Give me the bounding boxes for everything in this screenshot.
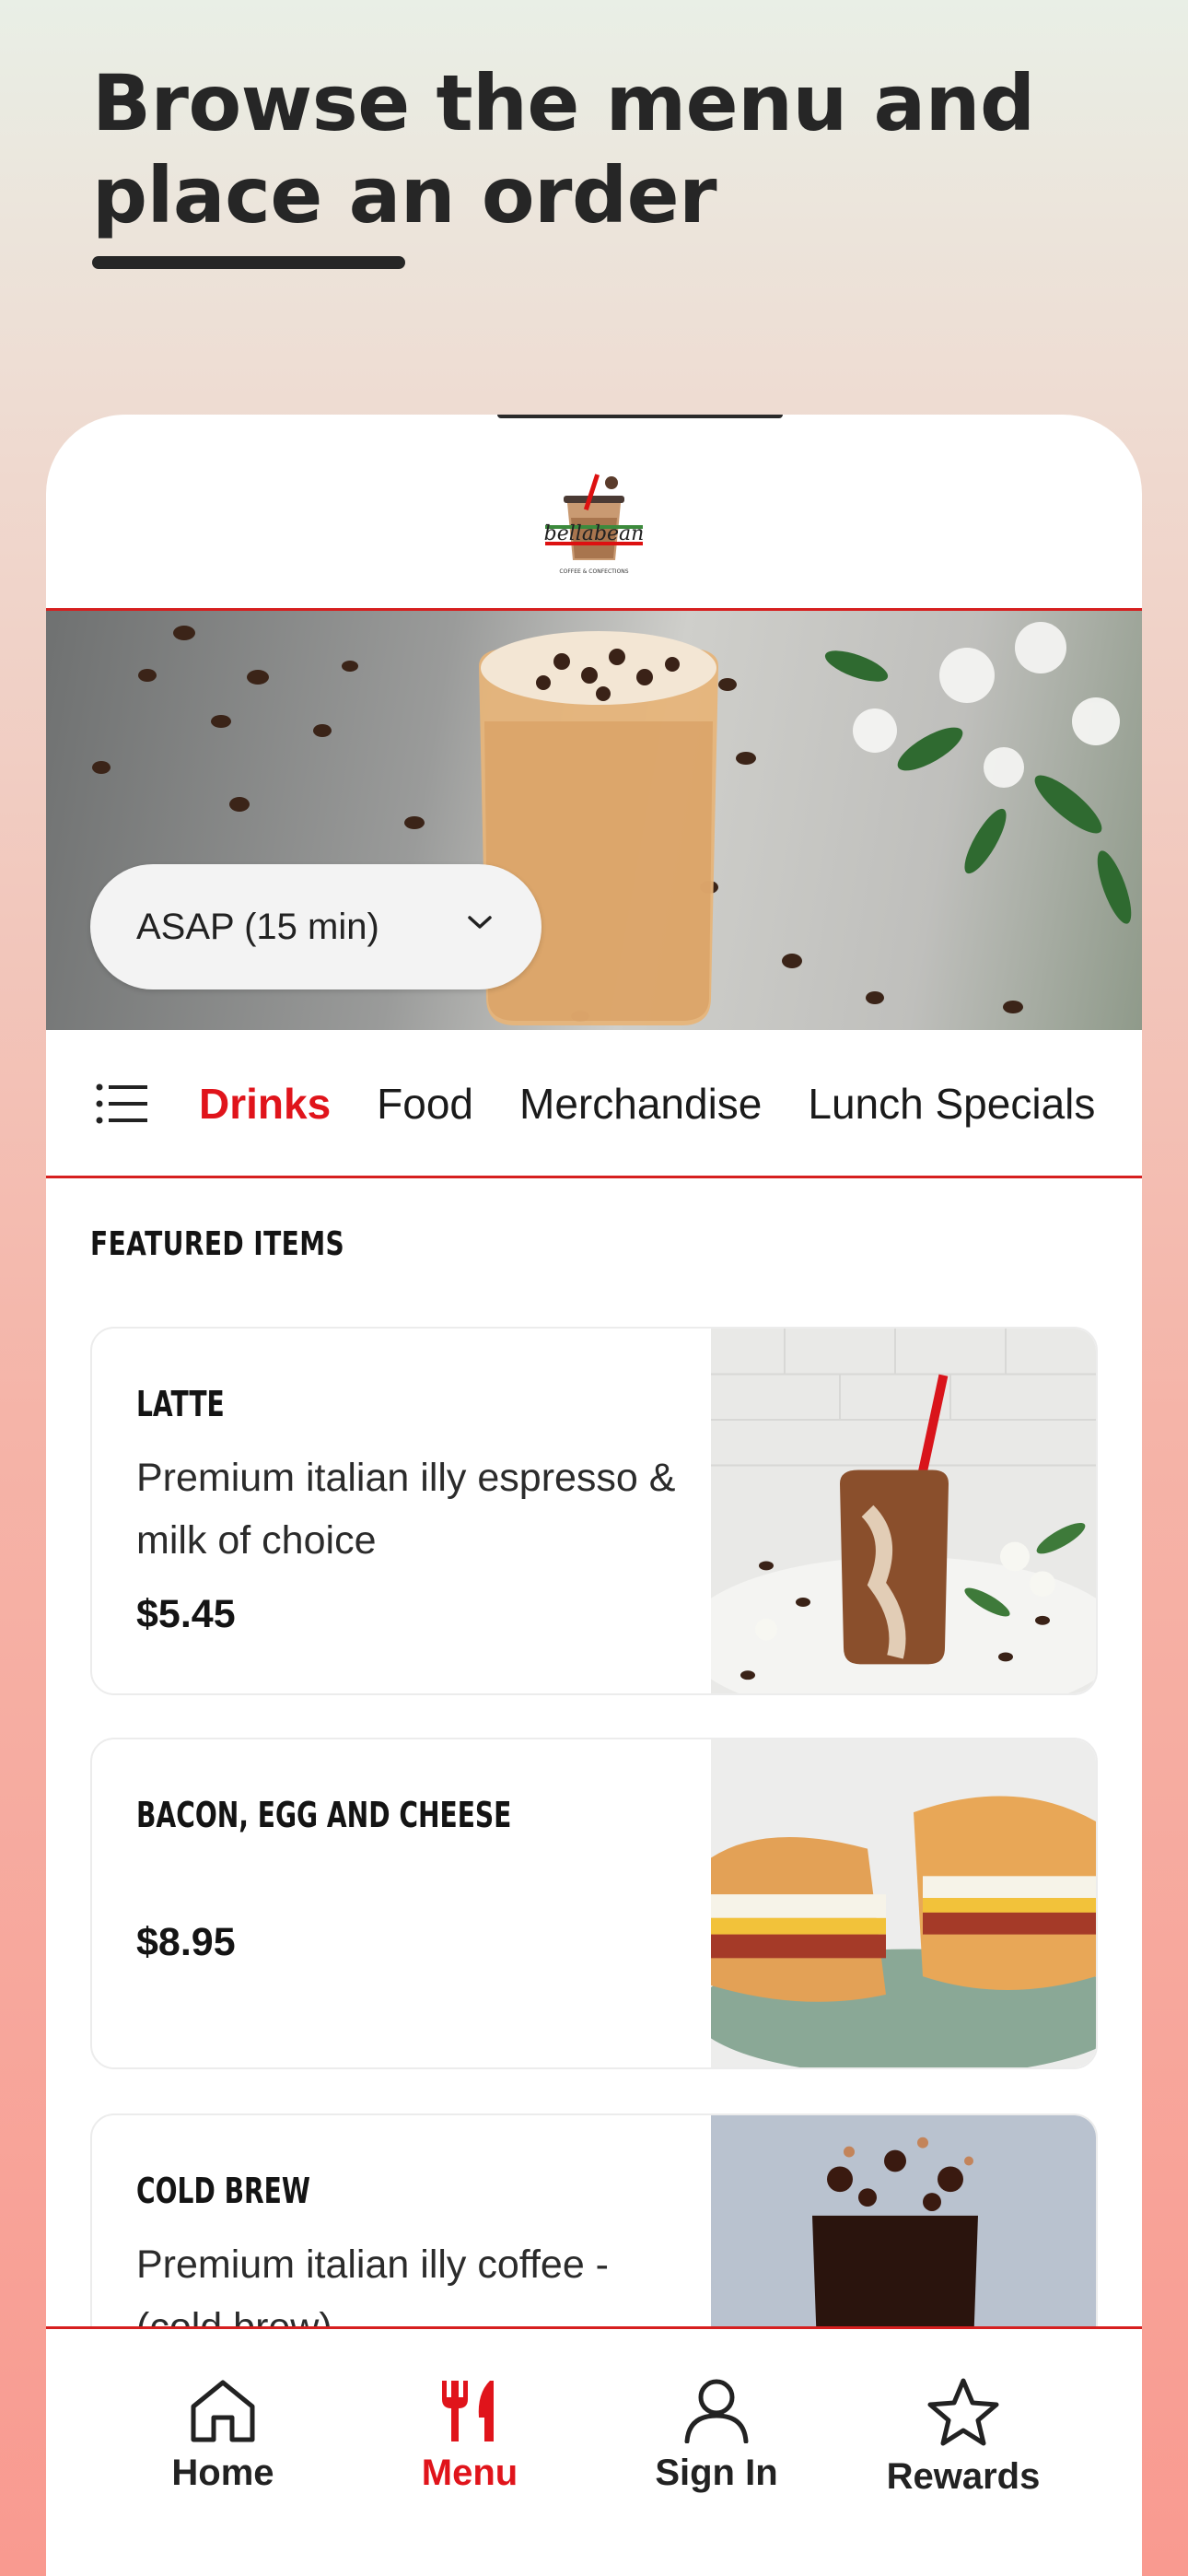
order-time-value: ASAP (15 min) <box>136 906 379 947</box>
notch <box>497 415 783 418</box>
chevron-down-icon <box>468 916 492 929</box>
tab-merchandise[interactable]: Merchandise <box>519 1079 762 1129</box>
bellabean-logo: bellabean COFFEE & CONFECTIONS <box>544 474 645 575</box>
bacon-egg-cheese-photo <box>711 1739 1096 2067</box>
nav-home-label: Home <box>171 2453 274 2493</box>
featured-section-title: FEATURED ITEMS <box>90 1225 345 1263</box>
promo-headline-line2: place an order <box>92 150 717 240</box>
nav-sign-in-label: Sign In <box>655 2453 778 2493</box>
menu-item-card-bacon-egg-cheese[interactable]: BACON, EGG AND CHEESE $8.95 <box>90 1738 1098 2069</box>
order-time-select[interactable]: ASAP (15 min) <box>90 864 542 989</box>
logo-text: bellabean <box>544 522 645 545</box>
promo-headline-line1: Browse the menu and <box>92 58 1035 148</box>
nav-menu[interactable]: Menu <box>350 2329 589 2513</box>
tab-food[interactable]: Food <box>377 1079 473 1129</box>
nav-rewards[interactable]: Rewards <box>844 2329 1083 2513</box>
person-icon <box>684 2379 749 2443</box>
home-icon <box>191 2380 255 2442</box>
nav-sign-in[interactable]: Sign In <box>597 2329 836 2513</box>
fork-knife-icon <box>442 2381 494 2441</box>
nav-menu-label: Menu <box>421 2453 518 2493</box>
tab-drinks[interactable]: Drinks <box>199 1079 331 1129</box>
tabs-divider <box>46 1176 1142 1178</box>
latte-photo <box>711 1329 1096 1693</box>
bottom-nav: Home Menu Sign In Rewards <box>46 2329 1142 2576</box>
nav-rewards-label: Rewards <box>886 2456 1041 2497</box>
logo-tagline: COFFEE & CONFECTIONS <box>559 568 628 575</box>
list-icon[interactable] <box>96 1083 147 1124</box>
menu-item-name: BACON, EGG AND CHEESE <box>136 1795 512 1835</box>
hero-image: ASAP (15 min) <box>46 611 1142 1030</box>
menu-item-description: Premium italian illy espresso & milk of … <box>136 1456 676 1563</box>
menu-item-price: $8.95 <box>136 1920 236 1964</box>
tab-lunch-specials[interactable]: Lunch Specials <box>808 1079 1095 1129</box>
menu-item-price: $5.45 <box>136 1592 236 1636</box>
headline-underline <box>92 256 405 269</box>
category-tabs: Drinks Food Merchandise Lunch Specials <box>46 1030 1142 1177</box>
phone-screen: bellabean COFFEE & CONFECTIONS ASAP (15 … <box>46 415 1142 2576</box>
menu-item-card-latte[interactable]: LATTE Premium italian illy espresso & mi… <box>90 1327 1098 1695</box>
nav-home[interactable]: Home <box>103 2329 343 2513</box>
menu-item-name: LATTE <box>136 1384 225 1424</box>
menu-item-name: COLD BREW <box>136 2171 310 2211</box>
star-icon <box>927 2378 999 2446</box>
promo-headline: Browse the menu and place an order <box>92 57 1105 241</box>
